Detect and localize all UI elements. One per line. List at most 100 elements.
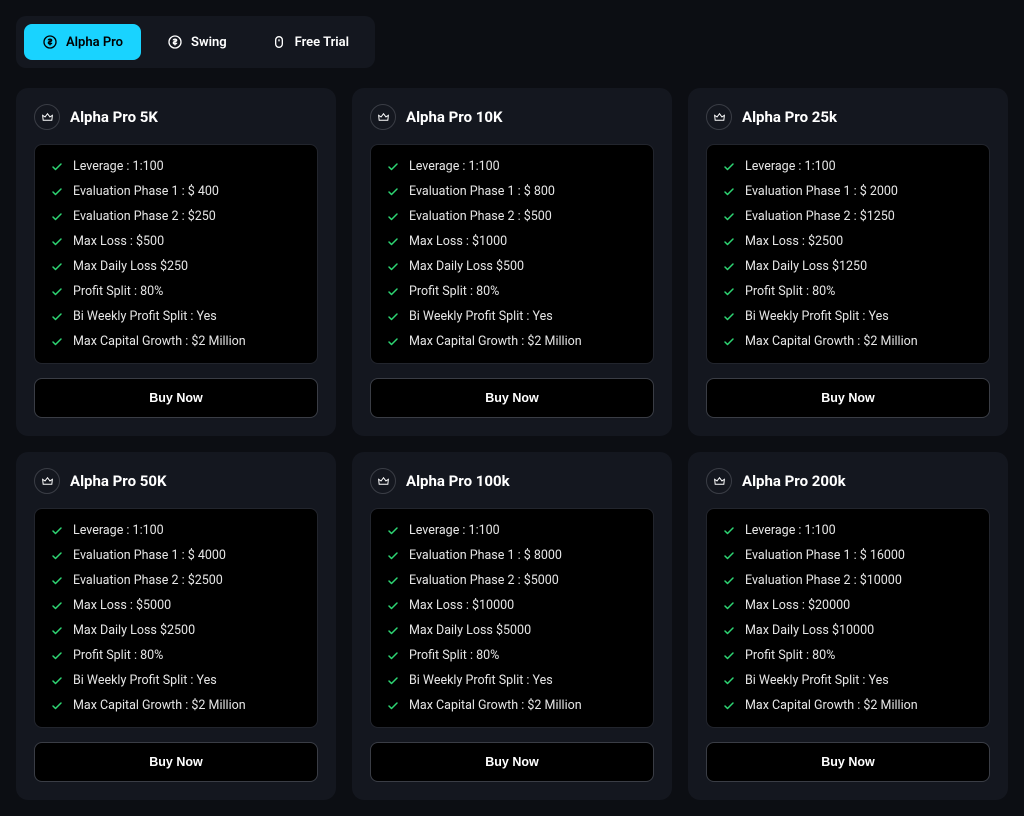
feature-item: Profit Split : 80%	[51, 284, 301, 299]
feature-item: Leverage : 1:100	[723, 159, 973, 174]
tab-swing[interactable]: Swing	[149, 24, 245, 60]
check-icon	[51, 625, 63, 637]
buy-now-button[interactable]: Buy Now	[370, 378, 654, 418]
plan-card: Alpha Pro 25kLeverage : 1:100Evaluation …	[688, 88, 1008, 436]
buy-now-button[interactable]: Buy Now	[706, 742, 990, 782]
feature-text: Leverage : 1:100	[745, 159, 836, 174]
check-icon	[387, 311, 399, 323]
feature-item: Max Loss : $20000	[723, 598, 973, 613]
check-icon	[723, 186, 735, 198]
feature-item: Profit Split : 80%	[387, 648, 637, 663]
plan-card: Alpha Pro 10K Leverage : 1:100 Evaluation …	[352, 88, 672, 436]
dollar-icon	[42, 34, 58, 50]
feature-item: Evaluation Phase 2 : $1250	[723, 209, 973, 224]
mouse-icon	[271, 34, 287, 50]
check-icon	[723, 625, 735, 637]
plan-card: Alpha Pro 50K Leverage : 1:100 Evaluation …	[16, 452, 336, 800]
feature-item: Profit Split : 80%	[723, 648, 973, 663]
check-icon	[51, 311, 63, 323]
feature-item: Evaluation Phase 1 : $ 4000	[51, 548, 301, 563]
check-icon	[723, 525, 735, 537]
plan-header: Alpha Pro 25k	[706, 104, 990, 130]
feature-item: Max Capital Growth : $2 Million	[51, 698, 301, 713]
feature-text: Leverage : 1:100	[409, 523, 500, 538]
feature-item: Evaluation Phase 1 : $ 8000	[387, 548, 637, 563]
feature-item: Evaluation Phase 1 : $ 400	[51, 184, 301, 199]
plan-title: Alpha Pro 50K	[70, 472, 167, 490]
check-icon	[387, 525, 399, 537]
plan-card: Alpha Pro 100k Leverage : 1:100 Evaluation…	[352, 452, 672, 800]
crown-icon	[706, 104, 732, 130]
plan-header: Alpha Pro 5K	[34, 104, 318, 130]
feature-item: Max Daily Loss $250	[51, 259, 301, 274]
feature-item: Max Loss : $1000	[387, 234, 637, 249]
feature-list: Leverage : 1:100Evaluation Phase 1 : $ 2…	[706, 144, 990, 364]
check-icon	[51, 211, 63, 223]
feature-item: Max Daily Loss $5000	[387, 623, 637, 638]
feature-text: Max Loss : $20000	[745, 598, 850, 613]
feature-list: Leverage : 1:100 Evaluation Phase 1 : $ 8…	[370, 144, 654, 364]
crown-icon	[370, 468, 396, 494]
check-icon	[387, 675, 399, 687]
feature-text: Leverage : 1:100	[745, 523, 836, 538]
feature-item: Profit Split : 80%	[387, 284, 637, 299]
crown-icon	[34, 104, 60, 130]
check-icon	[387, 650, 399, 662]
plan-title: Alpha Pro 200k	[742, 472, 846, 490]
feature-item: Max Daily Loss $10000	[723, 623, 973, 638]
buy-now-button[interactable]: Buy Now	[370, 742, 654, 782]
tab-alpha-pro[interactable]: Alpha Pro	[24, 24, 141, 60]
plan-header: Alpha Pro 10K	[370, 104, 654, 130]
feature-item: Evaluation Phase 2 : $2500	[51, 573, 301, 588]
feature-item: Max Capital Growth : $2 Million	[723, 698, 973, 713]
feature-text: Max Loss : $5000	[73, 598, 171, 613]
feature-item: Max Loss : $5000	[51, 598, 301, 613]
feature-text: Evaluation Phase 2 : $500	[409, 209, 552, 224]
check-icon	[51, 261, 63, 273]
tab-container: Alpha Pro SwingFree Trial	[16, 16, 375, 68]
plan-title: Alpha Pro 100k	[406, 472, 510, 490]
check-icon	[51, 161, 63, 173]
feature-text: Max Loss : $2500	[745, 234, 843, 249]
check-icon	[51, 575, 63, 587]
feature-item: Max Capital Growth : $2 Million	[387, 698, 637, 713]
tab-free-trial[interactable]: Free Trial	[253, 24, 367, 60]
feature-list: Leverage : 1:100 Evaluation Phase 1 : $ 8…	[370, 508, 654, 728]
check-icon	[723, 261, 735, 273]
feature-text: Profit Split : 80%	[73, 284, 163, 299]
check-icon	[723, 211, 735, 223]
check-icon	[51, 600, 63, 612]
feature-item: Max Loss : $10000	[387, 598, 637, 613]
feature-text: Leverage : 1:100	[73, 159, 164, 174]
check-icon	[387, 550, 399, 562]
feature-item: Max Daily Loss $1250	[723, 259, 973, 274]
feature-text: Profit Split : 80%	[409, 648, 499, 663]
feature-text: Max Capital Growth : $2 Million	[73, 698, 246, 713]
check-icon	[387, 700, 399, 712]
feature-item: Bi Weekly Profit Split : Yes	[387, 309, 637, 324]
feature-text: Evaluation Phase 1 : $ 4000	[73, 548, 226, 563]
feature-item: Leverage : 1:100	[51, 159, 301, 174]
feature-text: Max Daily Loss $2500	[73, 623, 195, 638]
buy-now-button[interactable]: Buy Now	[34, 742, 318, 782]
crown-icon	[34, 468, 60, 494]
feature-item: Bi Weekly Profit Split : Yes	[723, 309, 973, 324]
check-icon	[387, 336, 399, 348]
feature-item: Leverage : 1:100	[51, 523, 301, 538]
plan-title: Alpha Pro 5K	[70, 108, 158, 126]
feature-text: Profit Split : 80%	[73, 648, 163, 663]
feature-text: Bi Weekly Profit Split : Yes	[73, 309, 217, 324]
feature-item: Bi Weekly Profit Split : Yes	[387, 673, 637, 688]
check-icon	[51, 336, 63, 348]
feature-item: Leverage : 1:100	[723, 523, 973, 538]
feature-text: Profit Split : 80%	[745, 648, 835, 663]
buy-now-button[interactable]: Buy Now	[706, 378, 990, 418]
tab-label: Alpha Pro	[66, 35, 123, 50]
feature-text: Max Loss : $1000	[409, 234, 507, 249]
feature-text: Evaluation Phase 1 : $ 800	[409, 184, 555, 199]
buy-now-button[interactable]: Buy Now	[34, 378, 318, 418]
check-icon	[387, 286, 399, 298]
feature-item: Bi Weekly Profit Split : Yes	[723, 673, 973, 688]
feature-text: Leverage : 1:100	[409, 159, 500, 174]
check-icon	[387, 186, 399, 198]
